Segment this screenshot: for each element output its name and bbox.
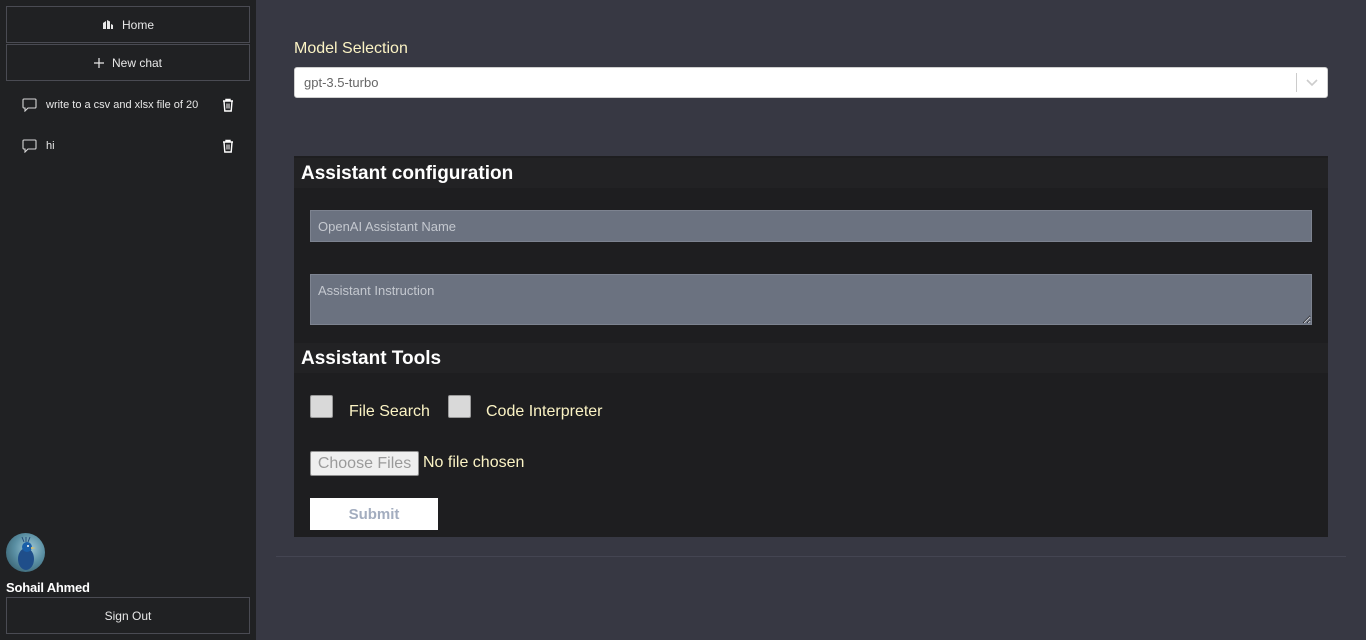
code-interpreter-label: Code Interpreter	[486, 403, 603, 420]
chat-item[interactable]: hi	[10, 131, 244, 161]
file-status-text: No file chosen	[423, 454, 525, 471]
tools-title-band	[294, 343, 1328, 373]
new-chat-label: New chat	[111, 55, 163, 70]
submit-button[interactable]: Submit	[310, 498, 438, 530]
model-selection-label: Model Selection	[294, 40, 408, 57]
model-select-value: gpt-3.5-turbo	[304, 75, 379, 90]
chat-item-label: hi	[46, 140, 55, 152]
new-chat-button[interactable]: New chat	[6, 44, 250, 81]
sign-out-button[interactable]: Sign Out	[6, 597, 250, 634]
home-label: Home	[121, 17, 154, 32]
file-search-label: File Search	[349, 403, 430, 420]
code-interpreter-checkbox[interactable]	[448, 395, 471, 418]
home-icon	[102, 19, 114, 30]
assistant-tools-title: Assistant Tools	[301, 348, 442, 369]
sign-out-label: Sign Out	[104, 608, 152, 623]
chat-item-label: write to a csv and xlsx file of 20	[46, 99, 199, 111]
choose-files-button[interactable]: Choose Files	[310, 451, 419, 476]
model-select[interactable]: gpt-3.5-turbo	[294, 67, 1328, 98]
trash-icon[interactable]	[222, 138, 236, 154]
chat-bubble-icon	[22, 97, 38, 113]
chat-bubble-icon	[22, 138, 38, 154]
assistant-instruction-input[interactable]	[310, 274, 1312, 325]
sidebar: Home New chat write to a csv and xlsx fi…	[0, 0, 256, 640]
trash-icon[interactable]	[222, 97, 236, 113]
assistant-name-input[interactable]	[310, 210, 1312, 242]
plus-icon	[93, 57, 104, 68]
user-name: Sohail Ahmed	[6, 580, 90, 595]
assistant-config-title: Assistant configuration	[301, 163, 514, 184]
home-button[interactable]: Home	[6, 6, 250, 43]
chat-item[interactable]: write to a csv and xlsx file of 20	[10, 90, 244, 120]
file-search-checkbox[interactable]	[310, 395, 333, 418]
avatar	[6, 533, 45, 572]
chevron-down-icon[interactable]	[1297, 78, 1327, 87]
